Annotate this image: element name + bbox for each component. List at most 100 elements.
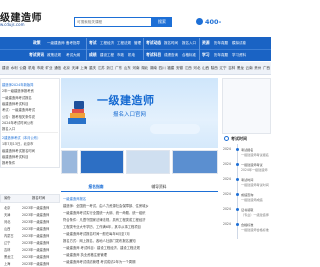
region-link[interactable]: 山西 (202, 62, 209, 75)
timeline-detail[interactable]: 一级建造师考试报名 (241, 152, 269, 157)
thumbnail[interactable] (172, 150, 218, 174)
timeline-detail[interactable]: 2024年一级建造师 (241, 167, 267, 172)
thumbnail[interactable] (61, 150, 78, 174)
region-link[interactable]: 江苏 (98, 62, 105, 75)
timeline-detail[interactable]: 一级建造师考试时间 (241, 182, 269, 187)
nav-category[interactable]: 学习 (202, 49, 210, 61)
region-link[interactable]: 广西 (263, 62, 270, 75)
region-link[interactable]: 通信 (54, 62, 61, 75)
region-link[interactable]: 吉林 (228, 62, 235, 75)
timeline-detail[interactable]: 一级建造师合格标准 (241, 227, 269, 232)
news-item[interactable]: 级建造师考试报名时间 (2, 148, 35, 153)
region-link[interactable]: 水利 (11, 62, 18, 75)
article-item[interactable]: 一级建造师考试实行全国统一大纲、统一命题、统一组织 (63, 210, 145, 215)
region-link[interactable]: 湖北 (141, 62, 148, 75)
nav-link[interactable]: 工程经济 (100, 37, 114, 49)
search-button[interactable]: 搜索 (152, 17, 172, 27)
region-link[interactable]: 辽宁 (220, 62, 227, 75)
region-link[interactable]: 湖南 (150, 62, 157, 75)
news-item[interactable]: 建造师2024年新版简 (2, 82, 33, 87)
region-link[interactable]: 公路 (19, 62, 26, 75)
nav-link[interactable]: 模拟试卷 (232, 37, 246, 49)
thumbnail[interactable] (80, 150, 124, 174)
article-item[interactable]: 一级建造师报名 (63, 196, 86, 201)
region-link[interactable]: 云南 (246, 62, 253, 75)
search-box[interactable] (74, 17, 152, 27)
region-link[interactable]: 建设 (2, 62, 9, 75)
news-item[interactable]: 考试：一级建造师考试 (2, 107, 35, 112)
nav-link[interactable]: 历年真题 (214, 49, 228, 61)
article-item[interactable]: 一级建造师考试成绩管理 考试成绩2年为一个周期 (63, 259, 135, 264)
nav-link[interactable]: 成绩查询 (164, 49, 178, 61)
news-item[interactable]: 2年一级建造师报考资 (2, 88, 34, 93)
thumbnail[interactable] (126, 150, 170, 174)
region-link[interactable]: 天津 (72, 62, 79, 75)
table-cell-link[interactable]: 2023年一级建造师 (22, 240, 49, 245)
table-cell-link[interactable]: 2023年一级建造师 (22, 261, 49, 266)
table-cell-link[interactable]: 2023年一级建造师 (22, 254, 49, 259)
nav-link[interactable]: 政策法规 (47, 49, 61, 61)
nav-link[interactable]: 报名入口 (182, 37, 196, 49)
side-ad[interactable] (222, 78, 271, 134)
nav-link[interactable]: 管理 (134, 37, 141, 49)
news-item[interactable]: 2024年考试时间公布 (2, 120, 33, 125)
region-link[interactable]: 黑龙 (237, 62, 244, 75)
nav-link[interactable]: 备考指导 (66, 37, 80, 49)
region-link[interactable]: 福建 (167, 62, 174, 75)
tab-registration-guide[interactable]: 报名指南 (61, 182, 131, 192)
nav-link[interactable]: 市政 (117, 49, 124, 61)
article-item[interactable]: 一级建造师 考试科目：建设工程经济、建设工程法规 (63, 245, 140, 250)
nav-link[interactable]: 合格标准 (182, 49, 196, 61)
nav-link[interactable]: 学习资料 (232, 49, 246, 61)
news-item[interactable]: 一级建造师考试报名 (2, 95, 32, 100)
nav-link[interactable]: 考试大纲 (66, 49, 80, 61)
region-link[interactable]: 浙江 (106, 62, 113, 75)
nav-link[interactable]: 历年真题 (214, 37, 228, 49)
nav-category[interactable]: 资源 (202, 37, 210, 49)
nav-link[interactable]: 一级建造师 (47, 37, 65, 49)
search-input[interactable] (75, 18, 151, 26)
article-item[interactable]: 符合条件：凡遵守国家法律法规，具有工程类或工程经济 (63, 217, 145, 222)
article-item[interactable]: 一级建造师 执业资格注册管理 (63, 252, 107, 257)
region-link[interactable]: 机电 (28, 62, 35, 75)
table-cell-link[interactable]: 2023年一级建造师 (22, 212, 49, 217)
region-link[interactable]: 重庆 (89, 62, 96, 75)
region-link[interactable]: 市政 (37, 62, 44, 75)
news-item[interactable]: 1年7月13日，北京市 (2, 141, 33, 146)
article-item[interactable]: 工程类专业大专学历，工作满6年，其中从事工程项目 (63, 224, 141, 229)
nav-category[interactable]: 成绩 (89, 49, 97, 61)
region-link[interactable]: 河南 (133, 62, 140, 75)
region-link[interactable]: 北京 (63, 62, 70, 75)
region-link[interactable]: 四川 (159, 62, 166, 75)
table-cell-link[interactable]: 2023年一级建造师 (22, 226, 49, 231)
region-link[interactable]: 广东 (115, 62, 122, 75)
news-item[interactable]: 2建造师考试（本月公布） (2, 135, 40, 140)
nav-link[interactable]: 机电 (128, 49, 135, 61)
article-item[interactable]: 报名方式：网上报名，各地人社部门发布报名通知 (63, 238, 136, 243)
region-link[interactable]: 江西 (185, 62, 192, 75)
article-item[interactable]: 建造师：全国统一考试，由人力资源社会保障部、住房城乡 (63, 203, 149, 208)
nav-link[interactable]: 建设工程 (100, 49, 114, 61)
region-link[interactable]: 陕西 (211, 62, 218, 75)
nav-category[interactable]: 考试资讯 (29, 49, 44, 61)
news-item[interactable]: 级建造师考试科目 (2, 101, 28, 106)
region-link[interactable]: 河北 (193, 62, 200, 75)
tab-study-materials[interactable]: 辅导资料 (131, 182, 187, 192)
news-item[interactable]: 级建造师考试科目 (2, 154, 28, 159)
region-link[interactable]: 山东 (124, 62, 131, 75)
region-link[interactable]: 矿业 (46, 62, 53, 75)
article-item[interactable]: 一级建造师考试报名时间一般在每年6月至7月 (63, 231, 130, 236)
news-item[interactable]: 公告：报考相关条件说 (2, 114, 35, 119)
nav-category[interactable]: 考试科目 (146, 49, 161, 61)
region-link[interactable]: 上海 (80, 62, 87, 75)
nav-category[interactable]: 考试 (89, 37, 97, 49)
nav-category[interactable]: 考试动态 (146, 37, 161, 49)
news-item[interactable]: 报名入口 (2, 126, 15, 131)
table-cell-link[interactable]: 2023年一级建造师 (22, 219, 49, 224)
table-cell-link[interactable]: 2023年一级建造师 (22, 233, 49, 238)
region-link[interactable]: 贵州 (254, 62, 261, 75)
nav-link[interactable]: 报名时间 (164, 37, 178, 49)
news-item[interactable]: 报考条件 (2, 160, 15, 165)
region-link[interactable]: 安徽 (176, 62, 183, 75)
timeline-detail[interactable]: 一级建造师成绩 (241, 197, 263, 202)
